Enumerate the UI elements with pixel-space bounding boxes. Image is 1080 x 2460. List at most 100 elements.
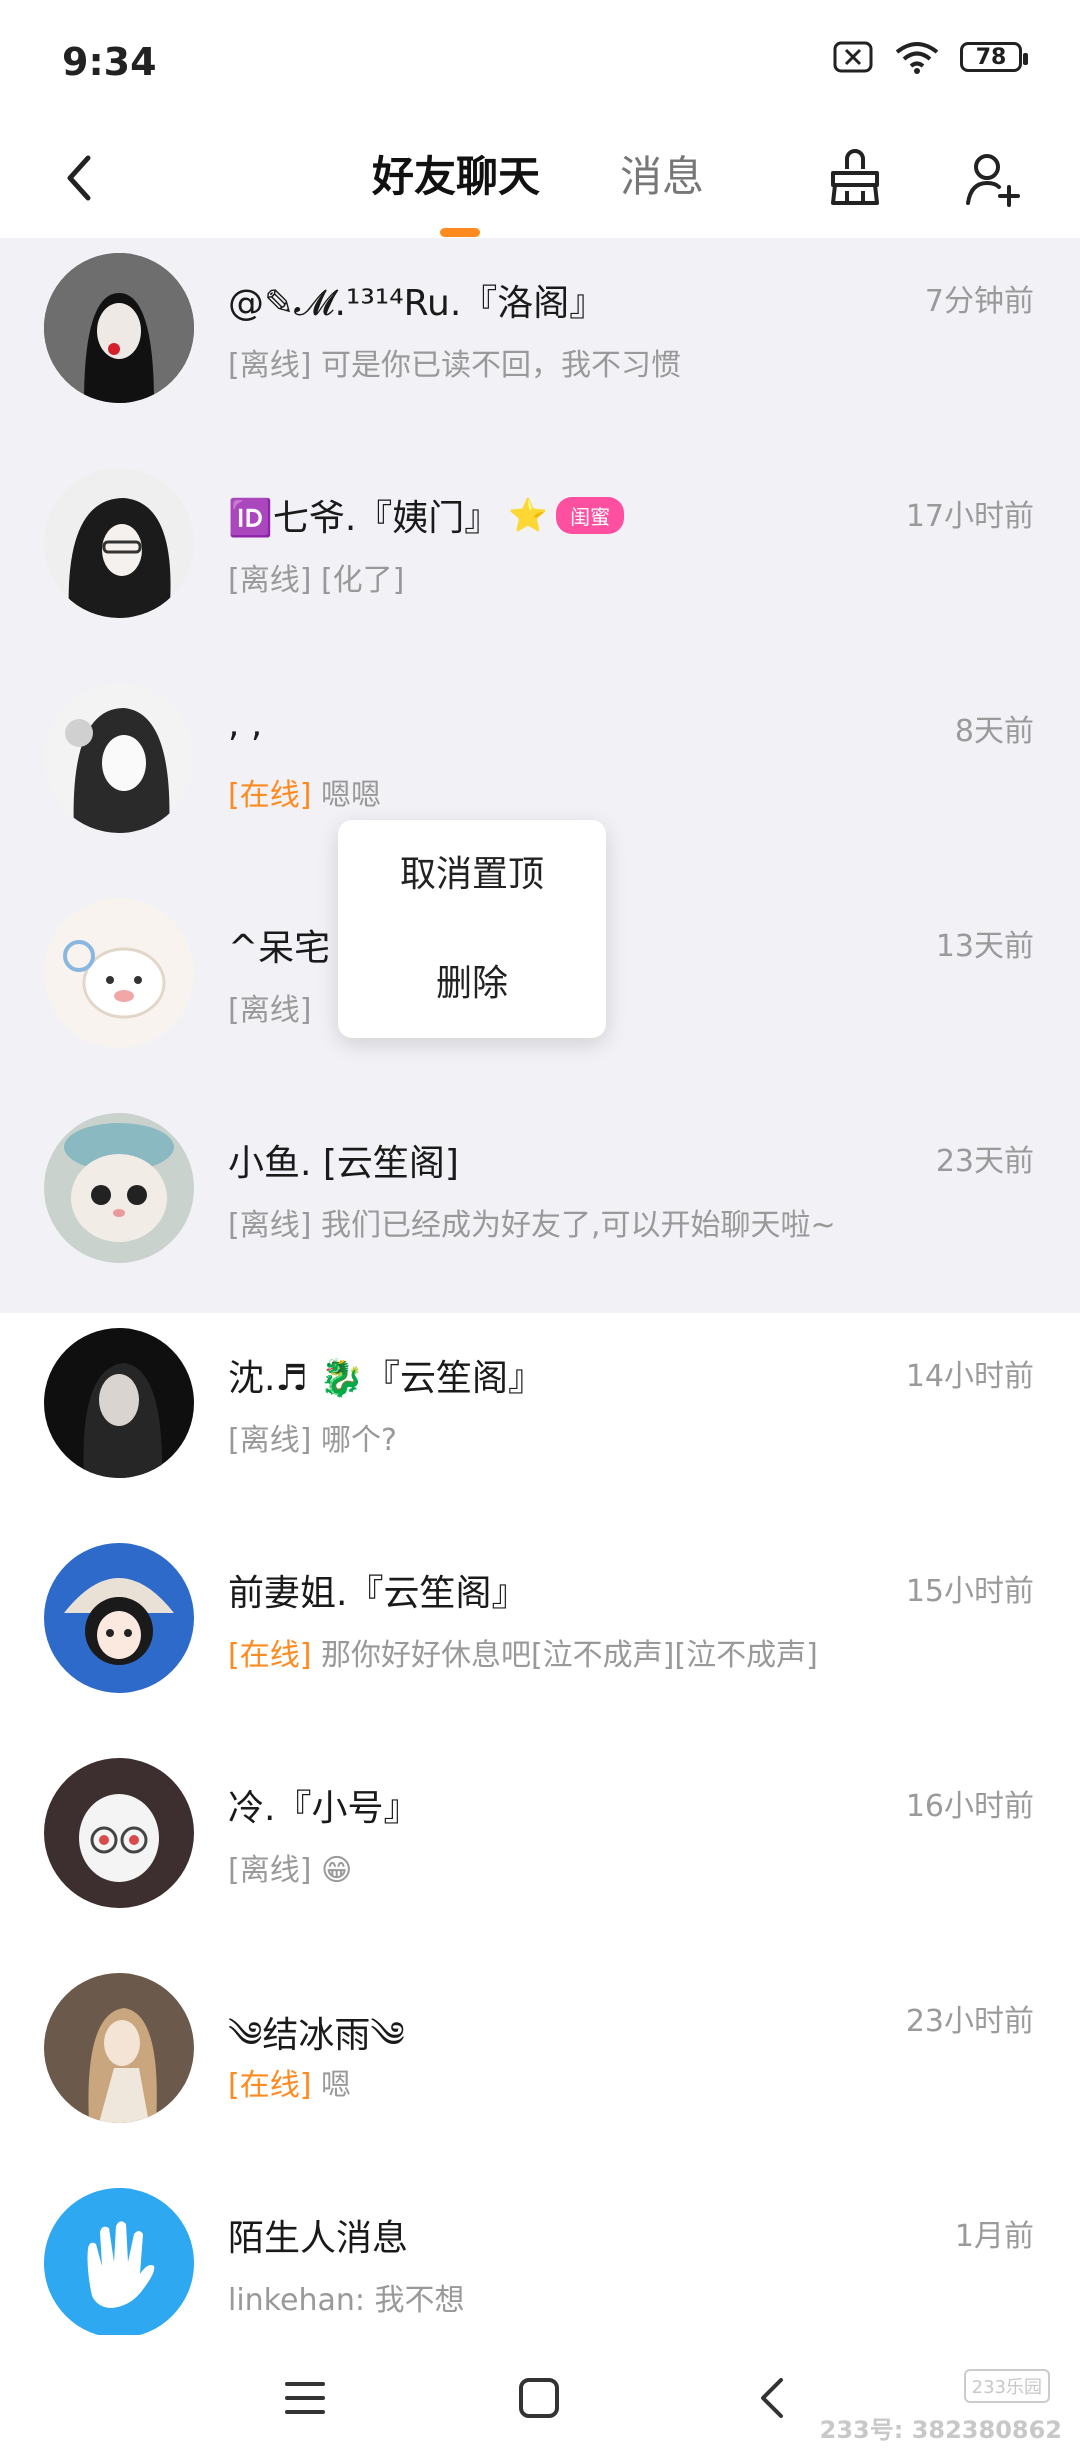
online-status: [离线] xyxy=(228,1423,312,1458)
clean-button[interactable] xyxy=(810,134,900,224)
system-nav-bar: 233乐园 233号: 382380862 xyxy=(0,2335,1080,2460)
chevron-left-icon xyxy=(67,155,91,201)
avatar-image xyxy=(44,898,194,1048)
star-sticker-icon: ⭐ xyxy=(508,496,549,534)
contact-name: 冷.『小号』 xyxy=(228,1788,420,1829)
contact-name: 🆔七爷.『姨门』 ⭐ 闺蜜 xyxy=(228,489,625,541)
contact-name: 前妻姐.『云笙阁』 xyxy=(228,1573,528,1614)
online-status: [离线] xyxy=(228,563,312,598)
chat-row[interactable]: 小鱼. [云笙阁] 23天前 [离线] 我们已经成为好友了,可以开始聊天啦~ xyxy=(0,1098,1080,1313)
chevron-left-icon xyxy=(761,2378,783,2418)
back-button[interactable] xyxy=(40,138,120,218)
avatar[interactable] xyxy=(44,1543,194,1693)
message-preview: [在线] 嗯嗯 xyxy=(228,770,381,814)
broom-icon xyxy=(831,149,879,205)
last-message: linkehan: 我不想 xyxy=(228,2283,465,2318)
message-time: 23天前 xyxy=(935,1144,1034,1179)
battery-level: 78 xyxy=(975,44,1007,70)
last-message: 我们已经成为好友了,可以开始聊天啦~ xyxy=(320,1208,836,1243)
status-time: 9:34 xyxy=(62,40,157,84)
online-status: [在线] xyxy=(228,1638,312,1673)
tab-messages[interactable]: 消息 xyxy=(620,142,704,212)
message-preview: [离线] xyxy=(228,985,311,1029)
tab-friend-chat[interactable]: 好友聊天 xyxy=(372,142,540,212)
battery-icon: 78 xyxy=(960,42,1028,72)
last-message: 可是你已读不回，我不习惯 xyxy=(320,348,681,383)
chat-row[interactable]: 🆔七爷.『姨门』 ⭐ 闺蜜 17小时前 [离线] [化了] xyxy=(0,453,1080,668)
avatar[interactable] xyxy=(44,1973,194,2123)
avatar-image xyxy=(44,253,194,403)
message-preview: linkehan: 我不想 xyxy=(228,2275,465,2319)
avatar-image xyxy=(44,1328,194,1478)
chat-row[interactable]: 冷.『小号』 16小时前 [离线] 😁 xyxy=(0,1743,1080,1958)
no-sim-icon xyxy=(833,41,873,73)
avatar-image xyxy=(44,1973,194,2123)
context-menu: 取消置顶 删除 xyxy=(338,820,606,1038)
add-user-icon xyxy=(966,154,1020,207)
contact-name: 陌生人消息 xyxy=(228,2218,409,2259)
online-status: [离线] xyxy=(228,1208,312,1243)
message-time: 14小时前 xyxy=(905,1359,1034,1394)
square-home-icon xyxy=(519,2378,559,2418)
chat-row[interactable]: ༄结冰雨༄ 23小时前 [在线] 嗯 xyxy=(0,1958,1080,2173)
contact-name: 沈.♬ 🐉『云笙阁』 xyxy=(228,1358,544,1399)
message-preview: [离线] 😁 xyxy=(228,1845,352,1889)
chat-row[interactable]: 沈.♬ 🐉『云笙阁』 14小时前 [离线] 哪个? xyxy=(0,1313,1080,1528)
message-preview: [离线] 可是你已读不回，我不习惯 xyxy=(228,340,681,384)
system-back-button[interactable] xyxy=(738,2363,808,2433)
recent-apps-button[interactable] xyxy=(270,2363,340,2433)
contact-name: @✎𝓜.¹³¹⁴Ru.『洛阁』 xyxy=(228,283,606,324)
add-friend-button[interactable] xyxy=(948,134,1038,224)
contact-name-text: ^呆宅 xyxy=(228,928,331,969)
watermark-text: 233号: 382380862 xyxy=(819,2416,1062,2444)
waving-hand-icon xyxy=(44,2188,194,2338)
chat-row[interactable]: 前妻姐.『云笙阁』 15小时前 [在线] 那你好好休息吧[泣不成声][泣不成声] xyxy=(0,1528,1080,1743)
stranger-avatar[interactable] xyxy=(44,2188,194,2338)
message-time: 23小时前 xyxy=(905,2004,1034,2039)
message-preview: [在线] 嗯 xyxy=(228,2060,351,2104)
menu-icon xyxy=(285,2382,325,2414)
message-time: 17小时前 xyxy=(905,499,1034,534)
last-message: 那你好好休息吧[泣不成声][泣不成声] xyxy=(320,1638,818,1673)
avatar-image xyxy=(44,1543,194,1693)
message-preview: [离线] 哪个? xyxy=(228,1415,397,1459)
avatar-image xyxy=(44,683,194,833)
online-status: [离线] xyxy=(228,993,312,1028)
avatar[interactable] xyxy=(44,898,194,1048)
relationship-badge: 闺蜜 xyxy=(556,496,625,534)
home-button[interactable] xyxy=(504,2363,574,2433)
avatar[interactable] xyxy=(44,1328,194,1478)
contact-name-text: 🆔七爷.『姨门』 xyxy=(228,498,501,539)
contact-name: ^呆宅 xyxy=(228,919,330,971)
online-status: [离线] xyxy=(228,1853,312,1888)
avatar-image xyxy=(44,1113,194,1263)
message-preview: [在线] 那你好好休息吧[泣不成声][泣不成声] xyxy=(228,1630,818,1674)
online-status: [在线] xyxy=(228,778,312,813)
contact-name: , , xyxy=(228,704,263,745)
chat-row[interactable]: @✎𝓜.¹³¹⁴Ru.『洛阁』 7分钟前 [离线] 可是你已读不回，我不习惯 xyxy=(0,238,1080,453)
message-time: 16小时前 xyxy=(905,1789,1034,1824)
chat-list: @✎𝓜.¹³¹⁴Ru.『洛阁』 7分钟前 [离线] 可是你已读不回，我不习惯 🆔… xyxy=(0,238,1080,2388)
wifi-icon xyxy=(895,42,939,74)
avatar[interactable] xyxy=(44,468,194,618)
message-time: 8天前 xyxy=(954,714,1034,749)
message-time: 7分钟前 xyxy=(924,284,1034,319)
top-bar: 好友聊天 消息 xyxy=(0,130,1080,238)
last-message: [化了] xyxy=(320,563,405,598)
avatar[interactable] xyxy=(44,253,194,403)
online-status: [在线] xyxy=(228,2068,312,2103)
unpin-menu-item[interactable]: 取消置顶 xyxy=(338,820,606,929)
contact-name: 小鱼. [云笙阁] xyxy=(228,1143,459,1184)
last-message: 嗯 xyxy=(320,2068,351,2103)
avatar[interactable] xyxy=(44,683,194,833)
avatar[interactable] xyxy=(44,1113,194,1263)
watermark-logo: 233乐园 xyxy=(963,2369,1050,2403)
avatar[interactable] xyxy=(44,1758,194,1908)
online-status: [离线] xyxy=(228,348,312,383)
status-icons: 78 xyxy=(832,40,1028,74)
message-time: 13天前 xyxy=(935,929,1034,964)
message-preview: [离线] [化了] xyxy=(228,555,404,599)
delete-menu-item[interactable]: 删除 xyxy=(338,929,606,1038)
status-bar: 9:34 78 xyxy=(0,0,1080,130)
last-message: 嗯嗯 xyxy=(320,778,381,813)
